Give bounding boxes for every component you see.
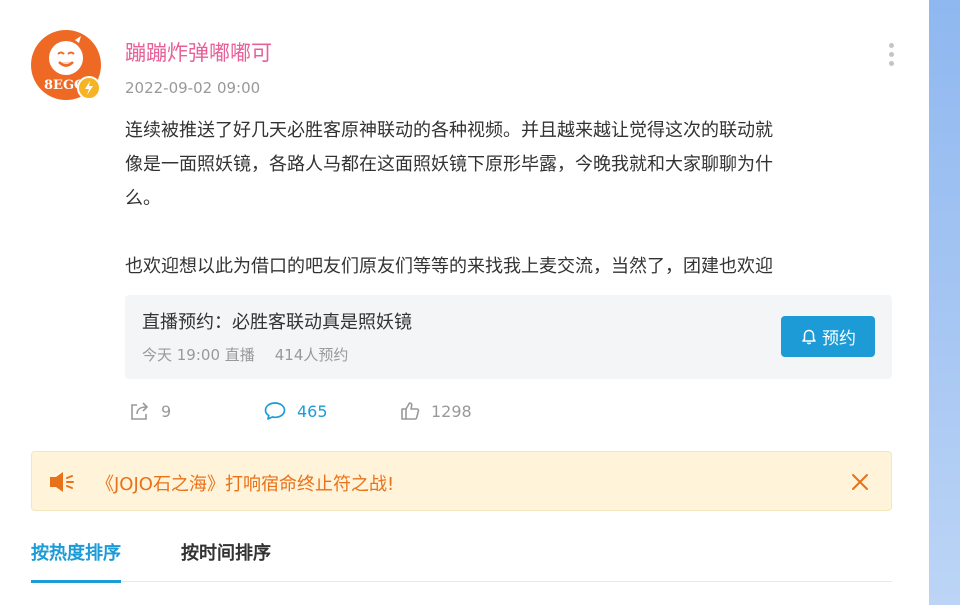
reservation-count: 414人预约 — [274, 346, 349, 364]
live-meta: 今天 19:00 直播 414人预约 — [142, 344, 348, 365]
tab-sort-by-time[interactable]: 按时间排序 — [181, 540, 271, 582]
live-time: 今天 19:00 直播 — [142, 346, 255, 364]
tab-sort-by-popularity[interactable]: 按热度排序 — [31, 540, 121, 583]
speaker-icon — [50, 472, 74, 492]
reserve-button[interactable]: 预约 — [781, 316, 875, 357]
share-icon — [131, 402, 149, 420]
comment-count: 465 — [297, 401, 328, 421]
content-line: 连续被推送了好几天必胜客原神联动的各种视频。并且越来越让觉得这次的联动就 — [125, 120, 773, 141]
thumbs-up-icon — [401, 402, 420, 420]
sort-tabs: 按热度排序 按时间排序 — [31, 540, 892, 583]
comment-button[interactable]: 465 — [263, 400, 328, 422]
username[interactable]: 蹦蹦炸弹嘟嘟可 — [125, 37, 272, 67]
content-line: 么。 — [125, 188, 161, 209]
post-actions: 9 465 1298 — [125, 400, 625, 428]
share-count: 9 — [161, 401, 172, 421]
bell-icon — [802, 329, 816, 344]
notice-banner[interactable]: 《JOJO石之海》打响宿命终止符之战! — [31, 451, 892, 511]
content-line: 也欢迎想以此为借口的吧友们原友们等等的来找我上麦交流，当然了，团建也欢迎 — [125, 256, 773, 277]
more-options-icon[interactable] — [883, 40, 901, 70]
like-button[interactable]: 1298 — [399, 400, 472, 422]
notice-text[interactable]: 《JOJO石之海》打响宿命终止符之战! — [96, 470, 394, 496]
content-line: 像是一面照妖镜，各路人马都在这面照妖镜下原形毕露，今晚我就和大家聊聊为什 — [125, 154, 773, 175]
live-title: 直播预约：必胜客联动真是照妖镜 — [142, 312, 412, 333]
share-button[interactable]: 9 — [129, 400, 171, 422]
reserve-button-label: 预约 — [822, 329, 856, 349]
post-content: 连续被推送了好几天必胜客原神联动的各种视频。并且越来越让觉得这次的联动就 像是一… — [125, 114, 895, 284]
live-reservation-card[interactable]: 直播预约：必胜客联动真是照妖镜 今天 19:00 直播 414人预约 预约 — [125, 295, 892, 379]
post-card: 8EGG 蹦蹦炸弹嘟嘟可 2022-09-02 09:00 连续被推送了好几天必… — [0, 0, 929, 605]
post-timestamp: 2022-09-02 09:00 — [125, 79, 261, 97]
like-count: 1298 — [431, 401, 472, 421]
lightning-badge-icon — [77, 76, 101, 100]
comment-icon — [264, 402, 286, 420]
close-icon[interactable] — [850, 472, 870, 492]
side-panel-edge — [929, 0, 960, 605]
